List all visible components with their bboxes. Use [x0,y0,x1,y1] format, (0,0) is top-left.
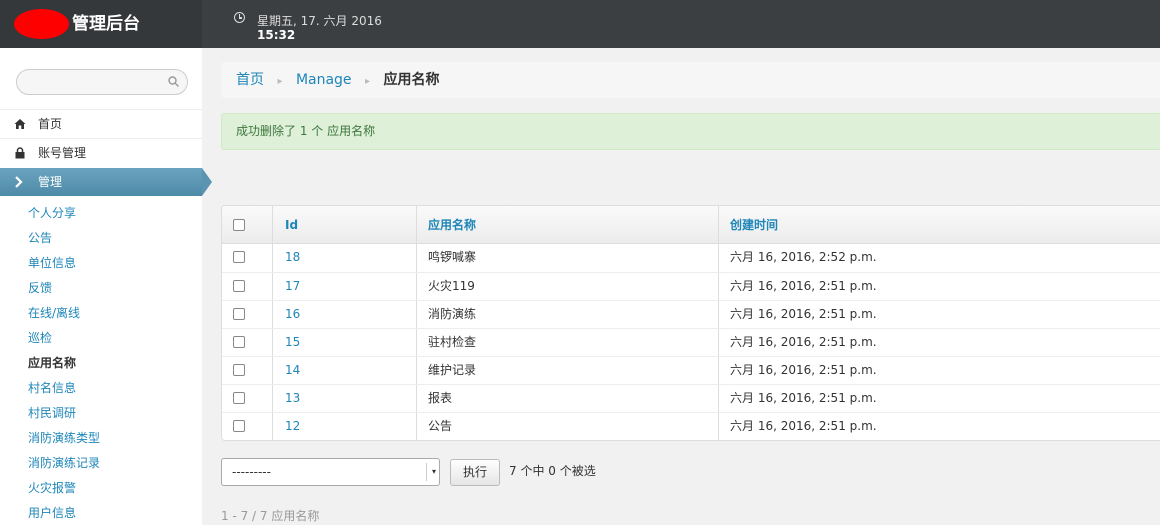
row-id-link[interactable]: 12 [285,413,300,440]
table-row: 16 消防演练 六月 16, 2016, 2:51 p.m. [222,300,1160,328]
lock-icon [15,147,25,159]
row-app-name: 公告 [428,419,453,433]
breadcrumb-current: 应用名称 [383,72,440,88]
row-select-cell [233,329,245,356]
row-id-link[interactable]: 14 [285,357,300,384]
table-row: 13 报表 六月 16, 2016, 2:51 p.m. [222,384,1160,412]
subnav-item[interactable]: 巡检 [28,329,52,347]
subnav-item[interactable]: 个人分享 [28,204,76,222]
row-id-link[interactable]: 16 [285,301,300,328]
breadcrumb-manage[interactable]: Manage [296,72,352,88]
row-select-cell [233,244,245,272]
row-checkbox[interactable] [233,279,245,292]
action-select[interactable]: --------- ▾ [221,458,440,486]
row-checkbox[interactable] [233,363,245,376]
subnav-item[interactable]: 消防演练记录 [28,454,100,472]
chevron-right-icon [15,176,23,188]
clock-icon [234,12,245,23]
breadcrumb-separator: ▸ [365,76,371,87]
results-table: Id 应用名称 创建时间 18 鸣锣喊寨 六月 16, 2016, 2:52 p.m… [221,205,1160,441]
subnav-item[interactable]: 单位信息 [28,254,76,272]
subnav-item[interactable]: 用户信息 [28,504,76,522]
run-button[interactable]: 执行 [450,459,500,486]
row-checkbox[interactable] [233,419,245,432]
success-alert: 成功删除了 1 个 应用名称 [221,113,1160,150]
pagination-info: 1 - 7 / 7 应用名称 [221,509,320,523]
row-app-name: 火灾119 [428,279,475,293]
home-icon [14,119,26,129]
row-app-name: 消防演练 [428,307,477,321]
row-select-cell [233,413,245,440]
row-app-name: 鸣锣喊寨 [428,250,477,264]
sidebar-item-label: 管理 [38,175,63,189]
row-app-name: 驻村检查 [428,335,477,349]
row-checkbox[interactable] [233,250,245,263]
sidebar-item-accounts[interactable]: 账号管理 [0,138,202,166]
sidebar-search-input[interactable] [16,69,188,95]
brand-area: 管理后台 [0,0,202,48]
top-header: 管理后台 星期五, 17. 六月 2016 15:32 [0,0,1160,48]
subnav-item[interactable]: 在线/离线 [28,304,80,322]
action-select-value: --------- [232,465,271,479]
sidebar: 首页 账号管理 管理 个人分享 公告 单位信息 反馈 在线/离线 巡检 应用名称… [0,48,212,525]
dropdown-arrow-icon[interactable]: ▾ [426,463,436,481]
redacted-logo [14,9,69,39]
selection-counter: 7 个中 0 个被选 [509,464,596,478]
subnav-item[interactable]: 消防演练类型 [28,429,100,447]
row-id-link[interactable]: 18 [285,244,300,272]
search-icon[interactable] [168,76,179,87]
subnav-item[interactable]: 村名信息 [28,379,76,397]
row-app-name: 维护记录 [428,363,477,377]
header-date: 星期五, 17. 六月 2016 [257,14,382,28]
breadcrumb-home[interactable]: 首页 [236,72,264,88]
row-app-name: 报表 [428,391,453,405]
row-checkbox[interactable] [233,335,245,348]
table-row: 18 鸣锣喊寨 六月 16, 2016, 2:52 p.m. [222,244,1160,272]
row-select-cell [233,385,245,412]
sidebar-item-label: 首页 [38,117,63,131]
row-created-time: 六月 16, 2016, 2:51 p.m. [730,363,877,377]
subnav-item[interactable]: 村民调研 [28,404,76,422]
sidebar-item-manage[interactable]: 管理 [0,168,212,196]
header-time: 15:32 [257,28,296,42]
row-checkbox[interactable] [233,307,245,320]
table-row: 15 驻村检查 六月 16, 2016, 2:51 p.m. [222,328,1160,356]
row-created-time: 六月 16, 2016, 2:51 p.m. [730,279,877,293]
column-header-id[interactable]: Id [285,206,298,243]
row-created-time: 六月 16, 2016, 2:52 p.m. [730,250,877,264]
table-header: Id 应用名称 创建时间 [222,206,1160,244]
row-checkbox[interactable] [233,391,245,404]
table-row: 17 火灾119 六月 16, 2016, 2:51 p.m. [222,272,1160,300]
breadcrumb-separator: ▸ [277,76,283,87]
subnav-item[interactable]: 火灾报警 [28,479,76,497]
table-body: 18 鸣锣喊寨 六月 16, 2016, 2:52 p.m. 17 火灾119 六月 16… [222,244,1160,440]
column-header-created[interactable]: 创建时间 [730,206,778,243]
subnav-item-current[interactable]: 应用名称 [28,354,76,372]
row-select-cell [233,301,245,328]
table-row: 14 维护记录 六月 16, 2016, 2:51 p.m. [222,356,1160,384]
breadcrumb: 首页 ▸ Manage ▸ 应用名称 [221,62,1160,98]
table-row: 12 公告 六月 16, 2016, 2:51 p.m. [222,412,1160,440]
row-id-link[interactable]: 13 [285,385,300,412]
brand-title: 管理后台 [72,14,140,34]
row-select-cell [233,273,245,300]
row-created-time: 六月 16, 2016, 2:51 p.m. [730,307,877,321]
select-all-cell [233,206,245,243]
row-select-cell [233,357,245,384]
row-id-link[interactable]: 17 [285,273,300,300]
subnav-item[interactable]: 反馈 [28,279,52,297]
row-created-time: 六月 16, 2016, 2:51 p.m. [730,335,877,349]
row-id-link[interactable]: 15 [285,329,300,356]
subnav-item[interactable]: 公告 [28,229,52,247]
row-created-time: 六月 16, 2016, 2:51 p.m. [730,391,877,405]
column-header-name[interactable]: 应用名称 [428,206,476,243]
select-all-checkbox[interactable] [233,218,245,231]
sidebar-item-label: 账号管理 [38,146,87,160]
sidebar-item-home[interactable]: 首页 [0,109,202,137]
row-created-time: 六月 16, 2016, 2:51 p.m. [730,419,877,433]
